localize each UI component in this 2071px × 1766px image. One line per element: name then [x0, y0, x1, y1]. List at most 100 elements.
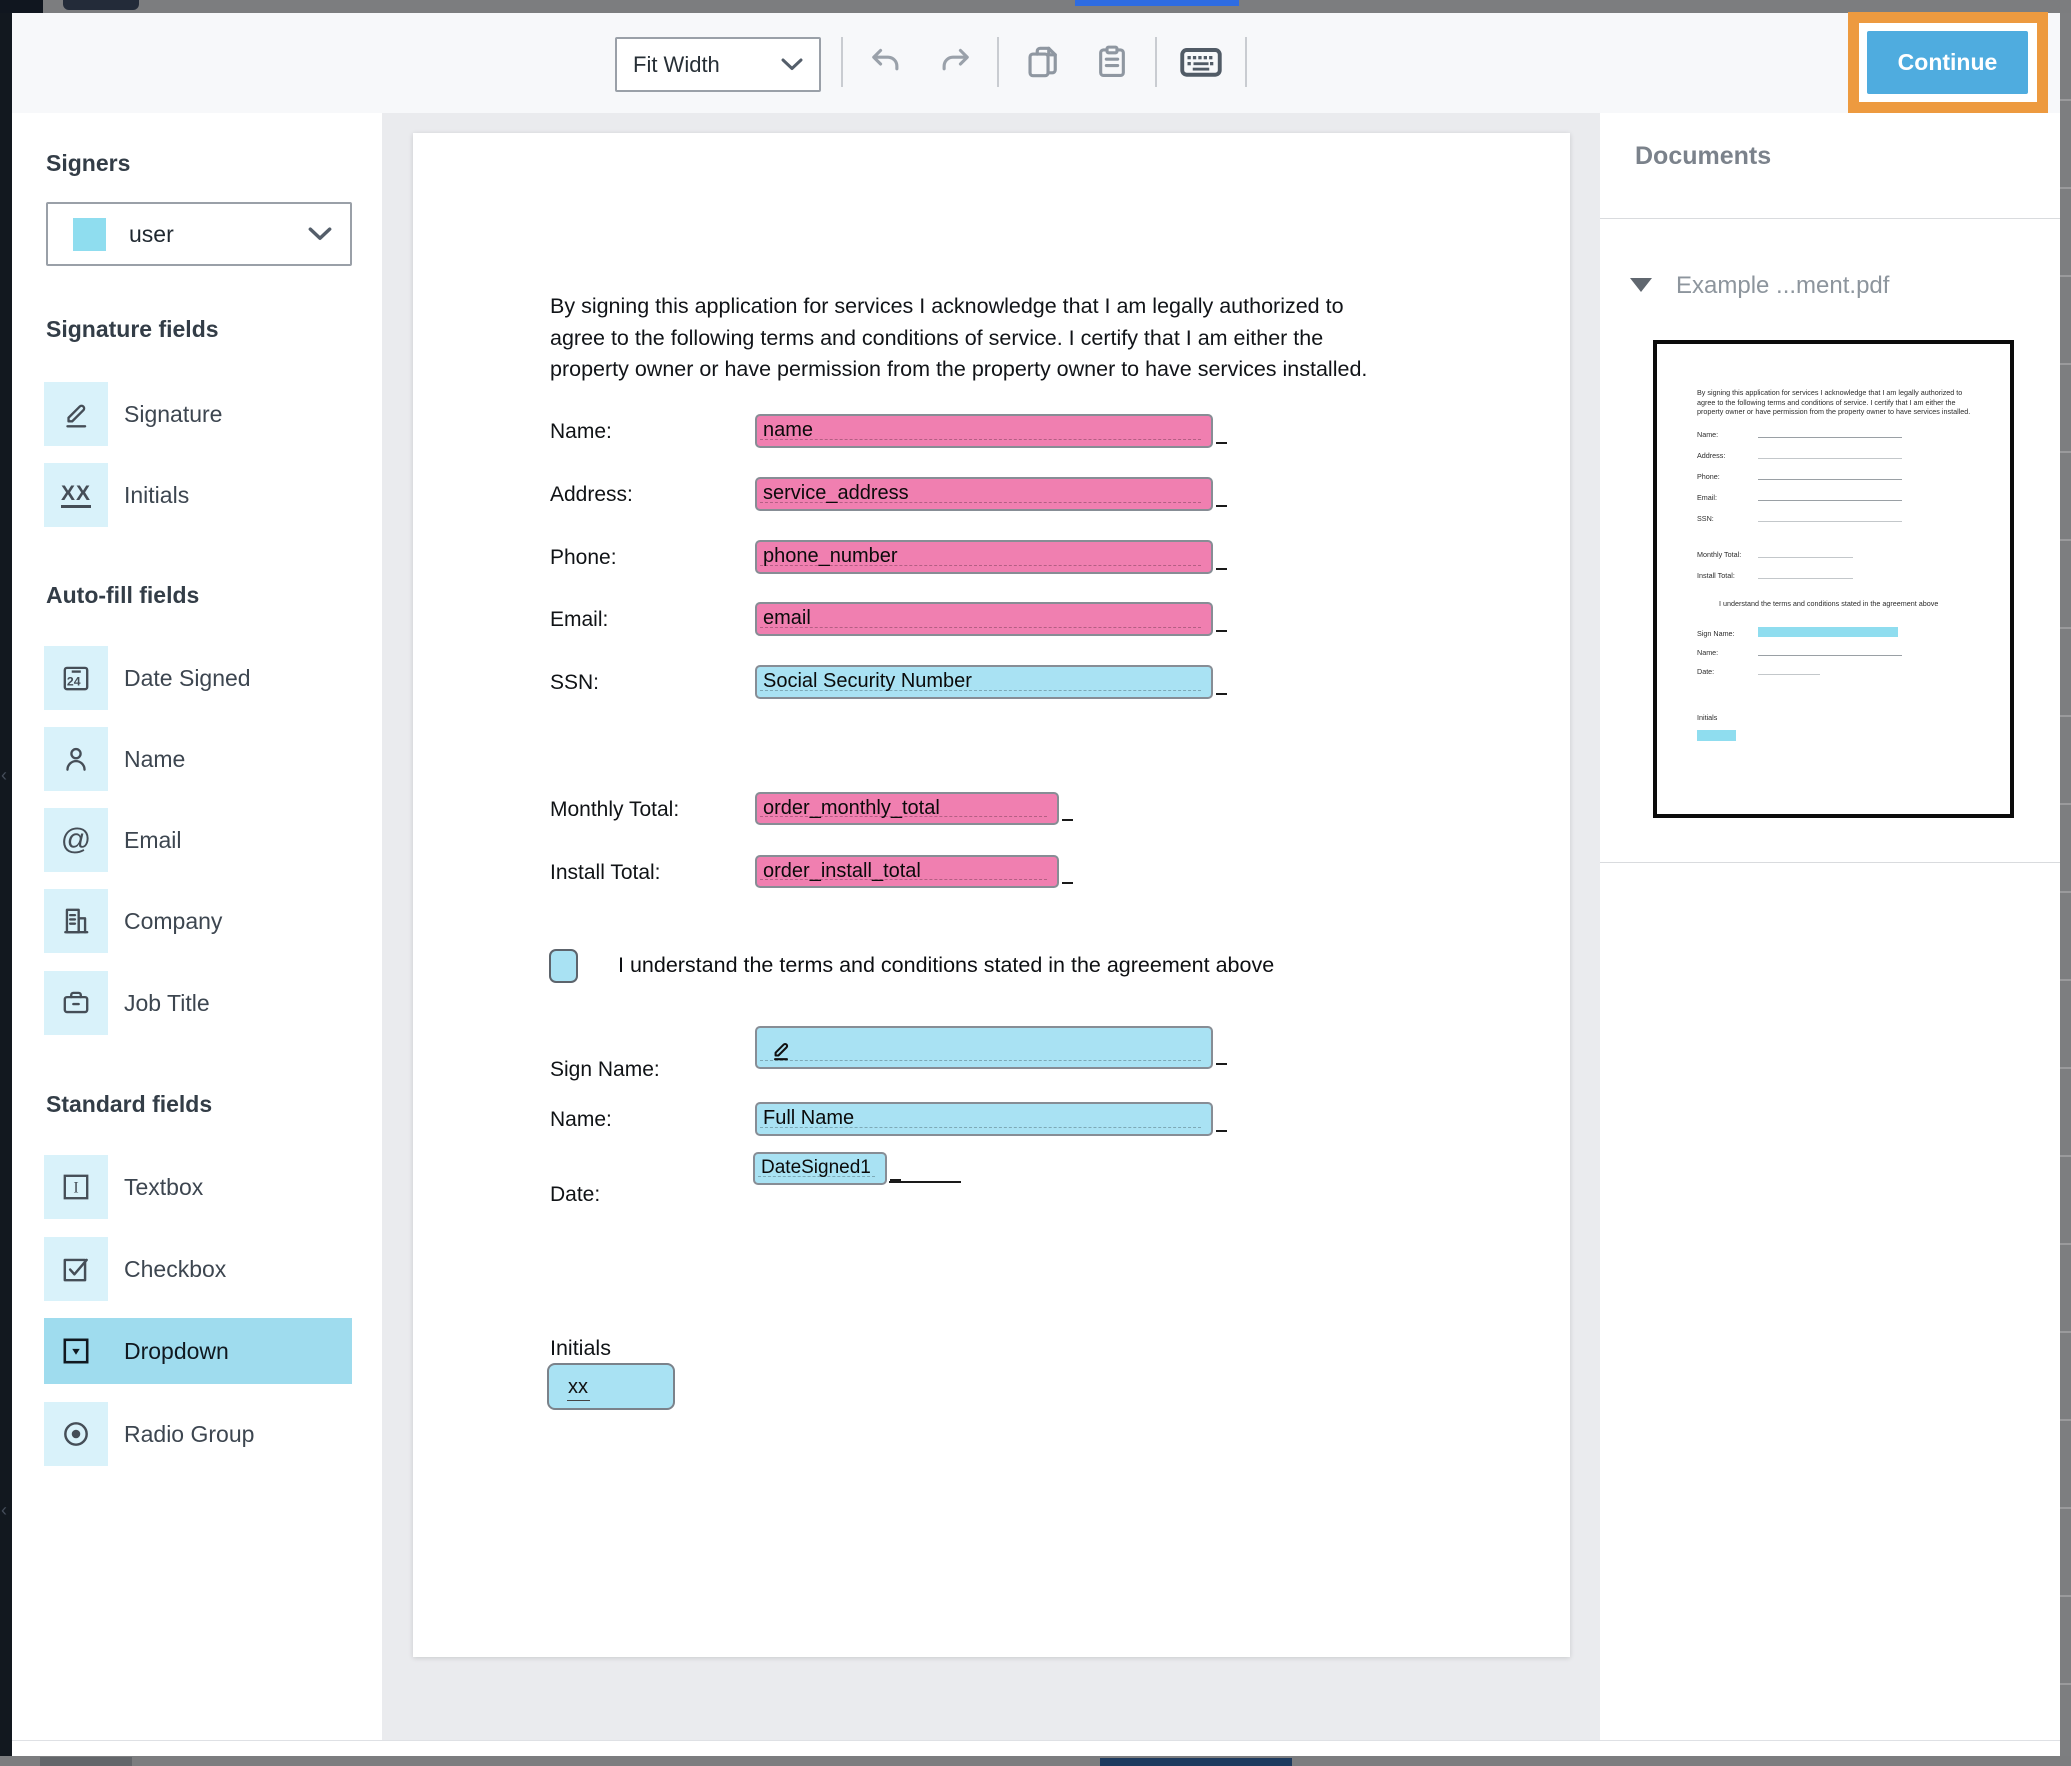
briefcase-icon	[44, 971, 108, 1035]
sidebar-item-label: Job Title	[124, 990, 210, 1017]
browser-chrome-bottom-segment	[40, 1757, 132, 1766]
browser-chrome-corner	[0, 0, 43, 13]
chevron-left-icon: ‹	[1, 1500, 7, 1521]
document-page: By signing this application for services…	[413, 133, 1570, 1657]
person-icon	[44, 727, 108, 791]
browser-chrome-bottom	[0, 1756, 2071, 1766]
chevron-down-icon	[781, 58, 803, 71]
signature-pencil-icon	[44, 382, 108, 446]
terms-checkbox[interactable]	[549, 949, 578, 983]
sidebar-item-dropdown[interactable]: Dropdown	[44, 1318, 352, 1384]
textbox-icon: I	[44, 1155, 108, 1219]
sidebar-item-label: Textbox	[124, 1174, 203, 1201]
document-file-name[interactable]: Example ...ment.pdf	[1676, 272, 1889, 300]
field-label-email: Email:	[550, 608, 608, 632]
signer-color-swatch	[73, 218, 106, 251]
chevron-down-icon	[308, 227, 332, 241]
ssn-field[interactable]: Social Security Number	[755, 665, 1213, 699]
sidebar-item-label: Company	[124, 908, 222, 935]
divider	[1600, 218, 2060, 219]
sidebar-item-company[interactable]: Company	[44, 889, 352, 953]
sidebar-item-label: Radio Group	[124, 1421, 254, 1448]
field-label-fullname: Name:	[550, 1108, 612, 1132]
radio-icon	[44, 1402, 108, 1466]
sidebar-item-textbox[interactable]: I Textbox	[44, 1155, 352, 1219]
collapse-triangle-icon[interactable]	[1630, 278, 1652, 292]
document-thumbnail[interactable]: By signing this application for services…	[1653, 340, 2014, 818]
chevron-left-icon: ‹	[1, 765, 7, 786]
window-scrollbar[interactable]	[2060, 13, 2071, 1756]
browser-chrome-bottom-accent	[1100, 1758, 1292, 1766]
copy-button[interactable]	[1022, 41, 1064, 83]
svg-text:I: I	[73, 1179, 78, 1196]
documents-heading: Documents	[1635, 142, 1771, 171]
browser-chrome-accent	[1075, 0, 1239, 6]
calendar-icon: 24	[44, 646, 108, 710]
email-field[interactable]: email	[755, 602, 1213, 636]
undo-button[interactable]	[865, 41, 907, 83]
undo-icon	[869, 47, 903, 77]
sidebar-item-email[interactable]: @ Email	[44, 808, 352, 872]
install-total-field[interactable]: order_install_total	[755, 855, 1059, 888]
browser-chrome-left-strip: ‹ ‹	[0, 13, 12, 1766]
field-label-monthly-total: Monthly Total:	[550, 798, 679, 822]
standard-fields-heading: Standard fields	[46, 1091, 212, 1118]
sidebar-item-checkbox[interactable]: Checkbox	[44, 1237, 352, 1301]
app-bottom-strip	[12, 1740, 2060, 1756]
browser-tab	[63, 0, 139, 10]
field-label-address: Address:	[550, 483, 633, 507]
date-underscore-line	[889, 1169, 961, 1183]
signer-name: user	[129, 221, 308, 248]
paste-button[interactable]	[1091, 41, 1133, 83]
sidebar-item-job-title[interactable]: Job Title	[44, 971, 352, 1035]
monthly-total-field[interactable]: order_monthly_total	[755, 792, 1059, 825]
field-label-sign-name: Sign Name:	[550, 1058, 660, 1082]
zoom-level-select[interactable]: Fit Width	[615, 37, 821, 92]
toolbar-divider	[841, 37, 843, 87]
signature-fields-heading: Signature fields	[46, 316, 219, 343]
zoom-level-value: Fit Width	[633, 52, 720, 78]
sidebar-item-signature[interactable]: Signature	[44, 382, 352, 446]
name-field[interactable]: name	[755, 414, 1213, 448]
field-label-ssn: SSN:	[550, 671, 599, 695]
thumbnail-initials-bar	[1697, 730, 1736, 741]
checkbox-icon	[44, 1237, 108, 1301]
screen: ‹ ‹ Fit Width	[0, 0, 2071, 1766]
svg-text:24: 24	[67, 674, 81, 688]
redo-icon	[938, 47, 972, 77]
field-label-name: Name:	[550, 420, 612, 444]
sidebar-item-label: Name	[124, 746, 185, 773]
field-label-install-total: Install Total:	[550, 861, 661, 885]
sidebar-item-radio-group[interactable]: Radio Group	[44, 1402, 352, 1466]
browser-chrome-top	[0, 0, 2071, 13]
phone-field[interactable]: phone_number	[755, 540, 1213, 574]
sidebar-item-label: Signature	[124, 401, 222, 428]
date-signed-field[interactable]: DateSigned1	[753, 1152, 887, 1185]
toolbar-divider	[997, 37, 999, 87]
terms-text: I understand the terms and conditions st…	[618, 953, 1274, 978]
signers-heading: Signers	[46, 150, 130, 177]
continue-button[interactable]: Continue	[1867, 31, 2028, 94]
sidebar-item-name[interactable]: Name	[44, 727, 352, 791]
redo-button[interactable]	[934, 41, 976, 83]
sign-name-field[interactable]	[755, 1026, 1213, 1069]
at-sign-icon: @	[44, 808, 108, 872]
keyboard-shortcuts-button[interactable]	[1180, 41, 1222, 83]
initials-field[interactable]: xx	[547, 1363, 675, 1410]
toolbar-divider	[1245, 37, 1247, 87]
autofill-fields-heading: Auto-fill fields	[46, 582, 199, 609]
dropdown-icon	[44, 1319, 108, 1383]
sidebar-item-initials[interactable]: XX Initials	[44, 463, 352, 527]
initials-label: Initials	[550, 1336, 611, 1361]
continue-label: Continue	[1898, 49, 1998, 76]
sidebar-item-label: Initials	[124, 482, 189, 509]
thumbnail-paragraph: By signing this application for services…	[1697, 388, 1970, 417]
divider	[1600, 862, 2060, 863]
signer-select[interactable]: user	[46, 202, 352, 266]
copy-icon	[1025, 44, 1061, 80]
sidebar-item-date-signed[interactable]: 24 Date Signed	[44, 646, 352, 710]
sidebar-item-label: Dropdown	[124, 1338, 229, 1365]
address-field[interactable]: service_address	[755, 477, 1213, 511]
fullname-field[interactable]: Full Name	[755, 1102, 1213, 1136]
sidebar-item-label: Email	[124, 827, 182, 854]
